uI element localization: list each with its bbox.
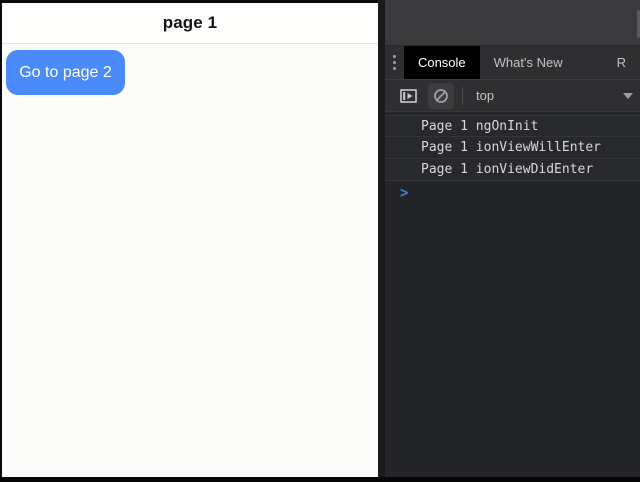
console-toolbar: top: [385, 79, 640, 112]
tab-console[interactable]: Console: [404, 46, 480, 79]
tab-clipped-label: R: [617, 55, 626, 70]
tab-clipped[interactable]: R: [603, 46, 640, 79]
go-to-page-2-button[interactable]: Go to page 2: [6, 50, 125, 95]
console-message[interactable]: Page 1 ionViewWillEnter: [385, 137, 640, 159]
kebab-menu-icon[interactable]: [385, 46, 404, 79]
console-message[interactable]: Page 1 ngOnInit: [385, 115, 640, 137]
console-prompt[interactable]: >: [385, 181, 640, 205]
tab-whats-new-label: What's New: [494, 55, 563, 70]
devtools-panel: Console What's New R top Page 1 ngOnIn: [385, 0, 640, 477]
toolbar-separator: [462, 87, 463, 105]
devtools-tabbar: Console What's New R: [385, 45, 640, 79]
prompt-chevron-icon: >: [400, 184, 408, 202]
devtools-topband: [385, 0, 640, 45]
tab-console-label: Console: [418, 55, 466, 70]
app-header: page 1: [2, 3, 378, 44]
console-output: Page 1 ngOnInit Page 1 ionViewWillEnter …: [385, 112, 640, 477]
bottom-edge-bar: [0, 477, 640, 482]
app-preview-pane: page 1 Go to page 2: [0, 0, 378, 477]
tab-whats-new[interactable]: What's New: [480, 46, 577, 79]
dropdown-arrow-icon[interactable]: [623, 93, 633, 99]
clear-console-icon[interactable]: [428, 83, 454, 109]
pane-divider[interactable]: [378, 0, 385, 477]
page-title: page 1: [163, 13, 217, 33]
console-sidebar-icon[interactable]: [395, 83, 421, 109]
javascript-context-selector[interactable]: top: [476, 88, 494, 103]
console-message[interactable]: Page 1 ionViewDidEnter: [385, 159, 640, 181]
